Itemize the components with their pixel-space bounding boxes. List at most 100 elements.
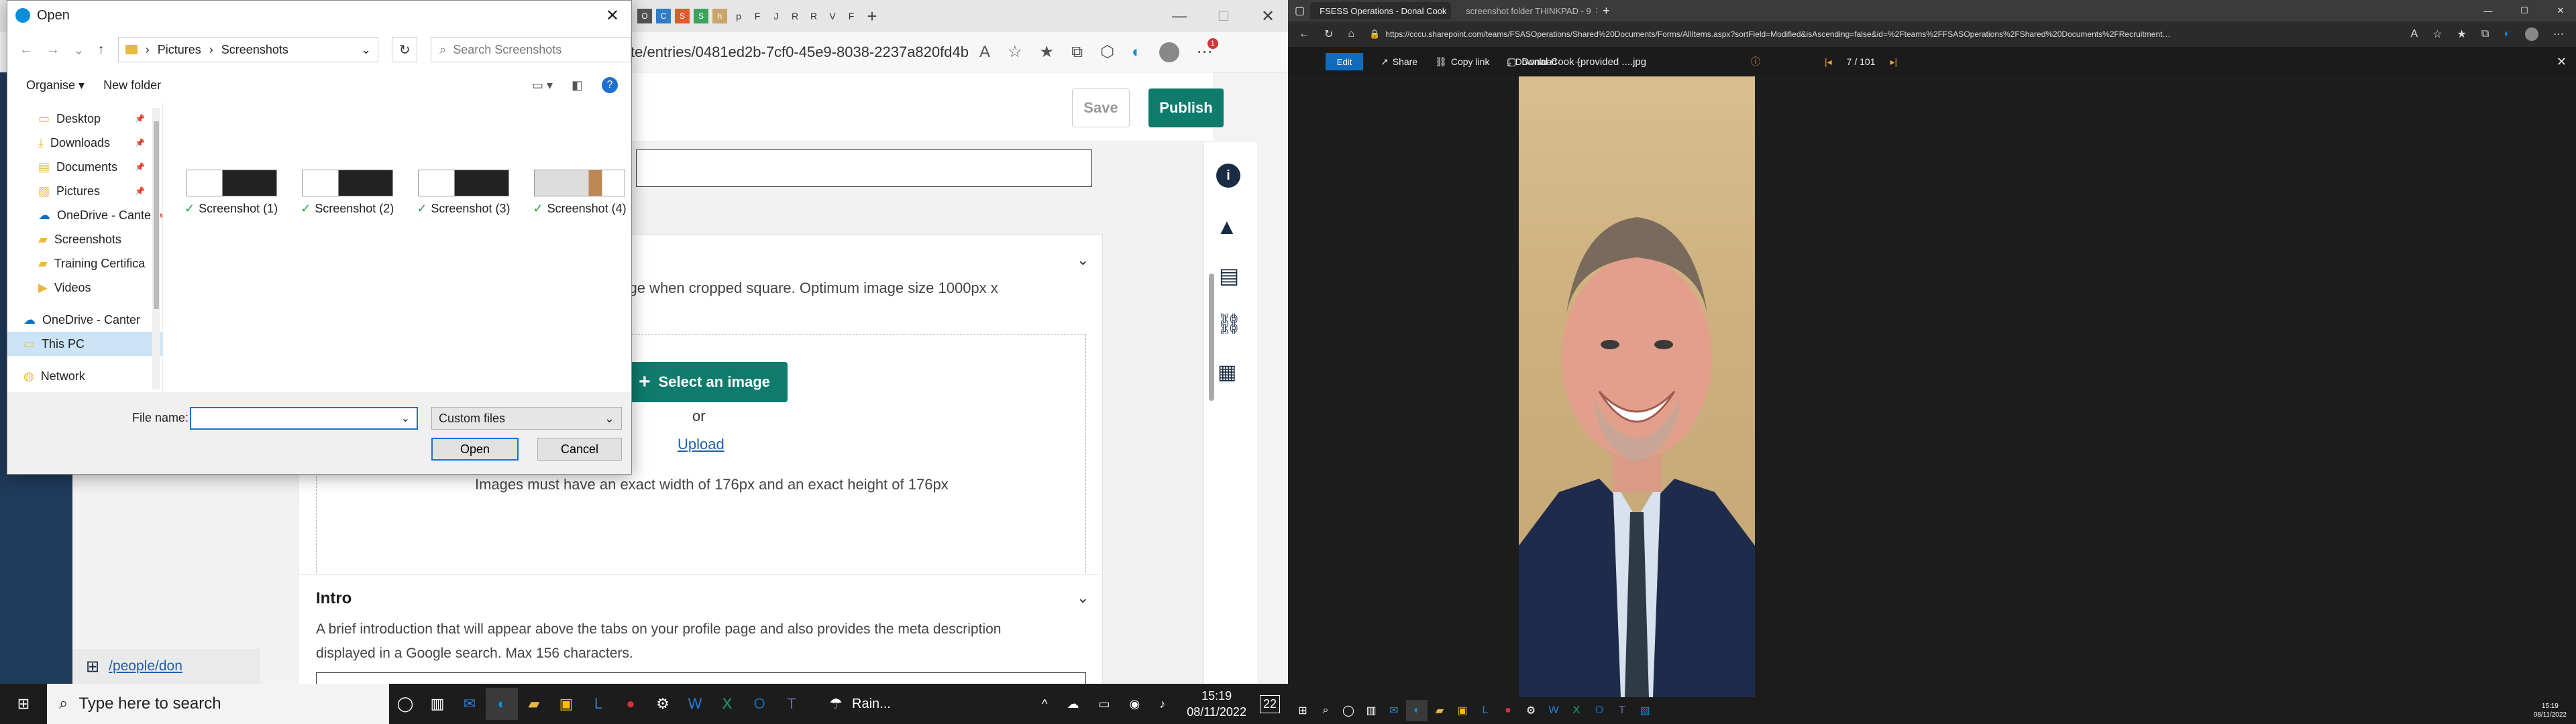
back-icon[interactable]: ← [19, 42, 33, 58]
close-icon[interactable]: ✕ [2557, 55, 2567, 69]
notification-icon[interactable]: 22 [1259, 695, 1280, 713]
first-page-icon[interactable]: |◂ [1825, 56, 1832, 68]
file-name-field[interactable]: ⌄ [190, 407, 418, 430]
up-icon[interactable]: ↑ [98, 42, 105, 58]
file-item[interactable]: ✓ Screenshot (2) [301, 170, 394, 216]
cortana-icon[interactable]: ◯ [1338, 700, 1359, 721]
chevron-down-icon[interactable]: ⌄ [361, 43, 371, 57]
url-text[interactable]: https://cccu.sharepoint.com/teams/FSASOp… [1385, 29, 2177, 39]
taskbar-search[interactable]: ⌕ Type here to search [47, 684, 389, 724]
text-field[interactable] [636, 149, 1092, 187]
breadcrumb[interactable]: › Pictures › Screenshots ⌄ [117, 37, 379, 62]
more-icon[interactable]: ⋯ [2553, 27, 2564, 41]
search-input[interactable]: ⌕ Search Screenshots [431, 37, 631, 62]
task-view-icon[interactable]: ▥ [421, 688, 453, 720]
extension-icon[interactable]: ⬡ [1100, 42, 1114, 62]
store-icon[interactable]: ▣ [1452, 700, 1473, 721]
avatar[interactable] [1159, 42, 1179, 62]
info-icon[interactable]: i [1216, 164, 1240, 188]
more-icon[interactable]: ⋯ 1 [1197, 38, 1218, 62]
file-item[interactable]: ✓ Screenshot (1) [184, 170, 278, 216]
settings-icon[interactable]: ⚙ [1520, 700, 1542, 721]
favorites-icon[interactable]: ★ [2457, 27, 2467, 41]
refresh-icon[interactable]: ↻ [1324, 27, 1333, 41]
tab-favicon[interactable]: J [769, 9, 784, 23]
forward-icon[interactable]: → [46, 42, 60, 58]
close-icon[interactable]: ✕ [2545, 5, 2576, 16]
favorite-icon[interactable]: ☆ [1008, 42, 1022, 62]
upload-link[interactable]: Upload [678, 436, 724, 453]
collections-icon[interactable]: ⧉ [1071, 43, 1083, 62]
tab-screenshot-folder[interactable]: screenshot folder THINKPAD - 9 ✕ [1456, 2, 1597, 19]
share-button[interactable]: ↗ Share [1381, 56, 1417, 68]
home-icon[interactable]: ⌂ [1348, 28, 1354, 40]
nav-item[interactable]: ◍ Network [7, 364, 162, 388]
scrollbar[interactable] [1209, 274, 1214, 401]
record-icon[interactable]: ● [614, 688, 647, 720]
start-icon[interactable]: ⊞ [1292, 700, 1313, 721]
close-icon[interactable]: ✕ [1248, 7, 1288, 26]
copy-link-button[interactable]: ⛓ Copy link [1435, 56, 1489, 68]
url-text[interactable]: te/entries/0481ed2b-7cf0-45e9-8038-2237a… [631, 44, 969, 61]
task-view-icon[interactable]: ▥ [1360, 700, 1382, 721]
maximize-icon[interactable]: ☐ [1203, 8, 1244, 25]
app-l-icon[interactable]: L [582, 688, 614, 720]
edge-icon[interactable]: ◐ [1132, 43, 1142, 62]
nav-item[interactable]: ▰ Training Certifica [7, 251, 162, 276]
weather-icon[interactable]: ☂ [820, 688, 852, 720]
file-explorer-icon[interactable]: ▰ [518, 688, 550, 720]
cancel-button[interactable]: Cancel [537, 438, 622, 461]
tab-favicon[interactable]: R [788, 9, 802, 23]
outlook-icon[interactable]: O [743, 688, 775, 720]
tab-favicon[interactable]: R [806, 9, 821, 23]
minimize-icon[interactable]: — [2473, 6, 2504, 16]
read-aloud-icon[interactable]: A [2411, 28, 2418, 40]
close-icon[interactable]: ✕ [1450, 5, 1451, 16]
document-icon[interactable]: ▤ [1219, 263, 1239, 288]
record-icon[interactable]: ● [1497, 700, 1519, 721]
search-icon[interactable]: ⌕ [1315, 700, 1336, 721]
refresh-icon[interactable]: ↻ [392, 37, 418, 62]
store-icon[interactable]: ▣ [550, 688, 582, 720]
new-folder-button[interactable]: New folder [103, 78, 161, 93]
nav-item[interactable]: ▤ Documents 📌 [7, 155, 162, 179]
tab-sharepoint[interactable]: FSESS Operations - Donal Cook ✕ [1310, 2, 1452, 19]
portrait-photo[interactable] [1519, 76, 1755, 697]
chevron-down-icon[interactable]: ⌄ [1077, 251, 1089, 269]
save-button[interactable]: Save [1072, 88, 1130, 127]
edge-icon[interactable]: ◐ [2504, 28, 2510, 40]
next-page-icon[interactable]: ▸| [1890, 56, 1898, 68]
minimize-icon[interactable]: — [1159, 7, 1199, 25]
word-icon[interactable]: W [679, 688, 711, 720]
scrollbar[interactable] [152, 108, 160, 389]
favorite-icon[interactable]: ☆ [2432, 27, 2442, 41]
edge-icon[interactable]: ◐ [486, 688, 518, 720]
read-aloud-icon[interactable]: A [979, 43, 990, 62]
cortana-icon[interactable]: ◯ [389, 688, 421, 720]
help-icon[interactable]: ? [602, 77, 618, 93]
breadcrumb-item[interactable]: Pictures [158, 43, 201, 57]
mail-icon[interactable]: ✉ [453, 688, 486, 720]
chevron-down-icon[interactable]: ⌄ [1077, 589, 1089, 607]
nav-item[interactable]: ☁OneDrive - Cante📌 [7, 203, 162, 227]
warning-icon[interactable]: ▲ [1216, 215, 1238, 239]
select-image-button[interactable]: + Select an image [621, 362, 788, 402]
app-l-icon[interactable]: L [1474, 700, 1496, 721]
nav-item[interactable]: ▭ Desktop 📌 [7, 107, 162, 131]
file-item[interactable]: ✓ Screenshot (3) [417, 170, 510, 216]
clock[interactable]: 15:19 08/11/2022 [2534, 702, 2567, 719]
clock[interactable]: 15:19 08/11/2022 [1187, 688, 1246, 720]
edit-button[interactable]: Edit [1326, 53, 1363, 70]
nav-item[interactable]: ☁ OneDrive - Canter [7, 308, 162, 332]
outlook-icon[interactable]: O [1589, 700, 1610, 721]
excel-icon[interactable]: X [1566, 700, 1587, 721]
new-tab-icon[interactable]: + [1603, 4, 1610, 18]
info-icon[interactable]: ⓘ [1751, 55, 1760, 68]
maximize-icon[interactable]: ☐ [2509, 5, 2540, 16]
close-icon[interactable]: ✕ [606, 6, 619, 25]
nav-item[interactable]: ⤓ Downloads 📌 [7, 131, 162, 155]
word-icon[interactable]: W [1543, 700, 1564, 721]
view-options-icon[interactable]: ▭ ▾ [532, 78, 553, 93]
avatar[interactable] [2525, 27, 2538, 41]
favorites-icon[interactable]: ★ [1040, 42, 1055, 62]
